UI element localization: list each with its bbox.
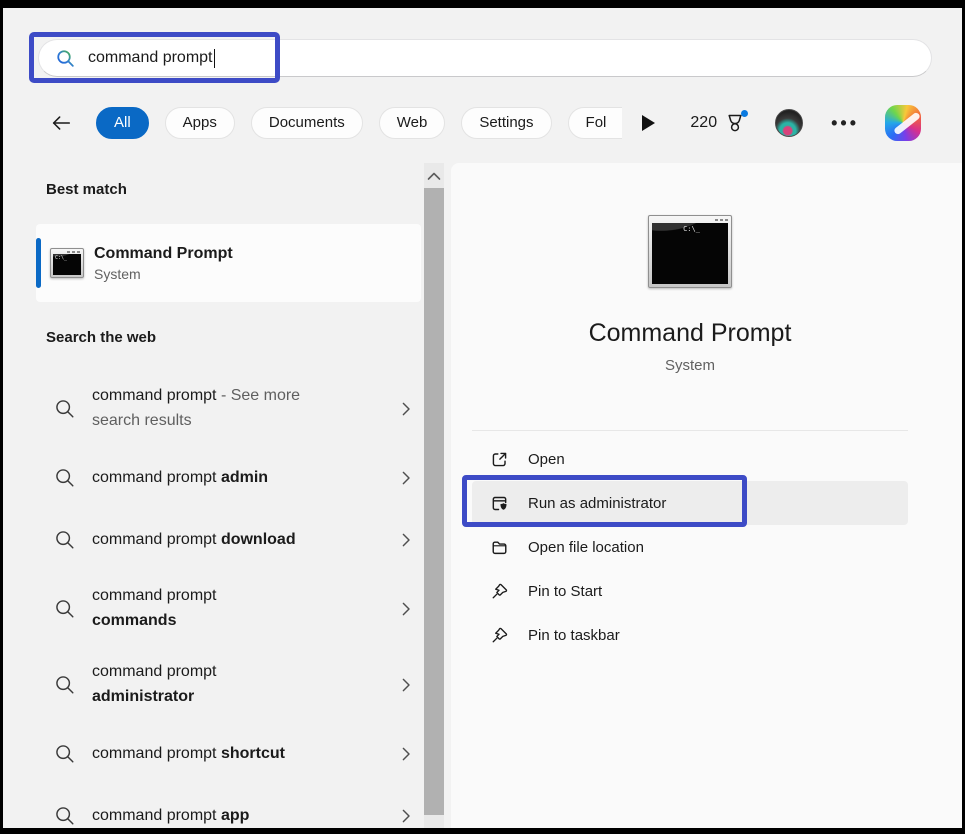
web-suggestion-row[interactable]: command prompt download: [36, 509, 421, 571]
suggestion-text: command prompt admin: [92, 466, 370, 491]
top-right-cluster: 220 •••: [690, 105, 921, 141]
command-prompt-icon: C:\_: [50, 248, 84, 278]
chevron-right-icon[interactable]: [397, 807, 415, 825]
suggestion-text: command prompt download: [92, 528, 370, 553]
search-results-panel: Best match C:\_ Command Prompt System Se…: [36, 163, 421, 834]
rewards-points: 220: [690, 114, 717, 132]
text-caret: [214, 49, 216, 68]
search-icon: [55, 48, 76, 69]
rewards-button[interactable]: 220: [690, 111, 747, 135]
search-suggestion-icon: [54, 805, 76, 827]
chevron-right-icon[interactable]: [397, 676, 415, 694]
action-label: Open: [528, 451, 565, 468]
context-actions-list: Open Run as administrator Open file locati…: [472, 437, 908, 657]
folder-icon: [490, 538, 509, 557]
filter-pill-all[interactable]: All: [96, 107, 149, 140]
rewards-trophy-icon: [723, 111, 747, 135]
filter-pill-fol[interactable]: Fol: [568, 107, 622, 140]
pin-icon: [490, 582, 509, 601]
chevron-right-icon[interactable]: [397, 600, 415, 618]
best-match-heading: Best match: [36, 181, 127, 198]
app-title: Command Prompt: [451, 319, 929, 348]
web-suggestions-list: command prompt - See moresearch results c…: [36, 371, 421, 834]
chevron-right-icon[interactable]: [397, 745, 415, 763]
action-label: Open file location: [528, 539, 644, 556]
best-match-text: Command Prompt System: [94, 245, 233, 282]
search-suggestion-icon: [54, 598, 76, 620]
scrollbar-up-icon[interactable]: [424, 163, 444, 188]
action-label: Run as administrator: [528, 495, 666, 512]
suggestion-text: command prompt app: [92, 804, 370, 829]
suggestion-text: command prompt - See moresearch results: [92, 384, 370, 434]
action-pin-to-taskbar[interactable]: Pin to taskbar: [472, 613, 908, 657]
filter-pill-web[interactable]: Web: [379, 107, 446, 140]
user-avatar[interactable]: [775, 109, 803, 137]
filter-bar: All Apps Documents Web Settings Fol 220 •••: [0, 101, 965, 145]
run-as-admin-shield-icon: [490, 494, 509, 513]
web-suggestion-row[interactable]: command prompt app: [36, 785, 421, 834]
search-suggestion-icon: [54, 467, 76, 489]
more-filters-icon[interactable]: [642, 115, 655, 131]
search-suggestion-icon: [54, 674, 76, 696]
filter-pills: All Apps Documents Web Settings Fol: [96, 107, 622, 140]
search-web-heading: Search the web: [36, 329, 156, 346]
best-match-subtitle: System: [94, 266, 233, 282]
best-match-item[interactable]: C:\_ Command Prompt System: [36, 224, 421, 302]
app-subtitle: System: [451, 357, 929, 374]
open-external-icon: [490, 450, 509, 469]
back-arrow-icon[interactable]: [48, 111, 76, 135]
more-options-button[interactable]: •••: [831, 113, 859, 134]
chevron-right-icon[interactable]: [397, 400, 415, 418]
search-suggestion-icon: [54, 743, 76, 765]
copilot-icon[interactable]: [885, 105, 921, 141]
filter-pill-label: Fol: [568, 107, 622, 140]
pin-icon: [490, 626, 509, 645]
action-open-file-location[interactable]: Open file location: [472, 525, 908, 569]
search-suggestion-icon: [54, 529, 76, 551]
action-open[interactable]: Open: [472, 437, 908, 481]
filter-pill-documents[interactable]: Documents: [251, 107, 363, 140]
divider: [472, 430, 908, 431]
filter-pill-settings[interactable]: Settings: [461, 107, 551, 140]
web-suggestion-row[interactable]: command promptcommands: [36, 571, 421, 647]
chevron-right-icon[interactable]: [397, 531, 415, 549]
scrollbar[interactable]: [424, 163, 444, 828]
action-run-as-administrator[interactable]: Run as administrator: [472, 481, 908, 525]
search-input[interactable]: command prompt: [38, 39, 932, 77]
preview-panel: C:\_ Command Prompt System Open Run as ad…: [451, 163, 962, 828]
search-suggestion-icon: [54, 398, 76, 420]
suggestion-text: command prompt shortcut: [92, 742, 370, 767]
suggestion-text: command promptadministrator: [92, 660, 370, 710]
command-prompt-icon-large: C:\_: [648, 215, 732, 288]
web-suggestion-row[interactable]: command prompt - See moresearch results: [36, 371, 421, 447]
action-label: Pin to Start: [528, 583, 602, 600]
suggestion-text: command promptcommands: [92, 584, 370, 634]
action-pin-to-start[interactable]: Pin to Start: [472, 569, 908, 613]
selection-accent-bar: [36, 238, 41, 288]
app-hero: C:\_ Command Prompt System: [451, 163, 929, 374]
web-suggestion-row[interactable]: command promptadministrator: [36, 647, 421, 723]
scrollbar-thumb[interactable]: [424, 188, 444, 815]
web-suggestion-row[interactable]: command prompt shortcut: [36, 723, 421, 785]
action-label: Pin to taskbar: [528, 627, 620, 644]
best-match-title: Command Prompt: [94, 245, 233, 263]
chevron-right-icon[interactable]: [397, 469, 415, 487]
search-query-text: command prompt: [88, 49, 213, 67]
filter-pill-apps[interactable]: Apps: [165, 107, 235, 140]
web-suggestion-row[interactable]: command prompt admin: [36, 447, 421, 509]
